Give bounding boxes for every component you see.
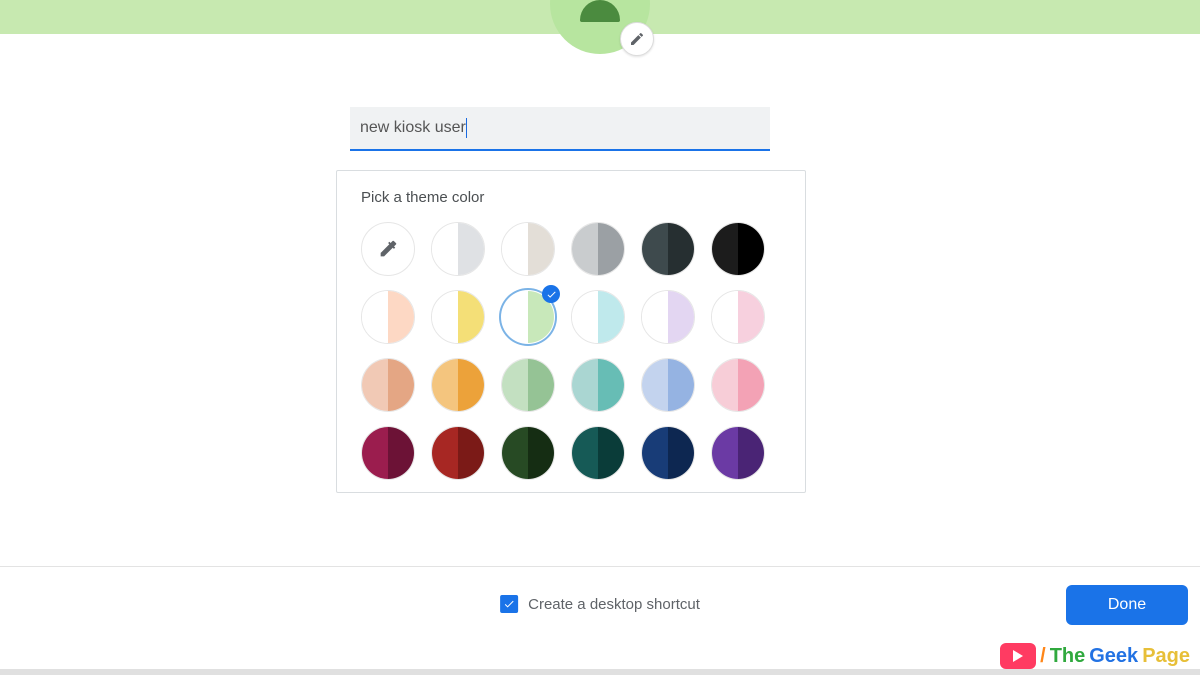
theme-swatch-black[interactable] (711, 222, 765, 276)
profile-avatar-container (550, 0, 650, 54)
profile-name-input[interactable]: new kiosk user (350, 107, 770, 151)
watermark-slash: / (1040, 645, 1046, 668)
theme-swatch-dark-slate[interactable] (641, 222, 695, 276)
theme-color-card: Pick a theme color (336, 170, 806, 493)
edit-avatar-button[interactable] (620, 22, 654, 56)
theme-swatch-grey[interactable] (571, 222, 625, 276)
theme-swatch-light-grey[interactable] (431, 222, 485, 276)
theme-swatch-forest[interactable] (501, 426, 555, 480)
theme-swatch-teal[interactable] (571, 358, 625, 412)
theme-swatch-warm-grey[interactable] (501, 222, 555, 276)
theme-color-grid (361, 222, 781, 480)
profile-name-value: new kiosk user (360, 119, 466, 137)
text-caret (466, 118, 467, 138)
theme-swatch-orange[interactable] (431, 358, 485, 412)
watermark-the: The (1050, 645, 1086, 668)
eyedropper-icon (377, 238, 399, 260)
youtube-icon (1000, 643, 1036, 669)
watermark-page: Page (1142, 645, 1190, 668)
theme-swatch-custom-color[interactable] (361, 222, 415, 276)
theme-swatch-peach-pastel[interactable] (361, 290, 415, 344)
theme-swatch-blue[interactable] (641, 358, 695, 412)
theme-swatch-brick[interactable] (431, 426, 485, 480)
person-icon (574, 0, 626, 30)
theme-swatch-cyan-pastel[interactable] (571, 290, 625, 344)
pencil-icon (629, 31, 645, 47)
selected-check-icon (542, 285, 560, 303)
bottom-window-border (0, 669, 1200, 675)
theme-swatch-green-pastel[interactable] (501, 290, 555, 344)
theme-swatch-purple[interactable] (711, 426, 765, 480)
desktop-shortcut-label: Create a desktop shortcut (528, 596, 700, 613)
watermark: / The Geek Page (1000, 643, 1190, 669)
theme-swatch-pink-pastel[interactable] (711, 290, 765, 344)
theme-swatch-deep-teal[interactable] (571, 426, 625, 480)
theme-swatch-lavender-pastel[interactable] (641, 290, 695, 344)
theme-swatch-yellow-pastel[interactable] (431, 290, 485, 344)
desktop-shortcut-row[interactable]: Create a desktop shortcut (500, 595, 700, 613)
theme-color-title: Pick a theme color (361, 189, 781, 206)
theme-swatch-green[interactable] (501, 358, 555, 412)
done-button[interactable]: Done (1066, 585, 1188, 625)
watermark-geek: Geek (1089, 645, 1138, 668)
desktop-shortcut-checkbox[interactable] (500, 595, 518, 613)
done-button-label: Done (1108, 596, 1146, 614)
theme-swatch-peach[interactable] (361, 358, 415, 412)
theme-swatch-navy[interactable] (641, 426, 695, 480)
theme-swatch-pink[interactable] (711, 358, 765, 412)
check-icon (503, 598, 515, 610)
theme-swatch-maroon[interactable] (361, 426, 415, 480)
